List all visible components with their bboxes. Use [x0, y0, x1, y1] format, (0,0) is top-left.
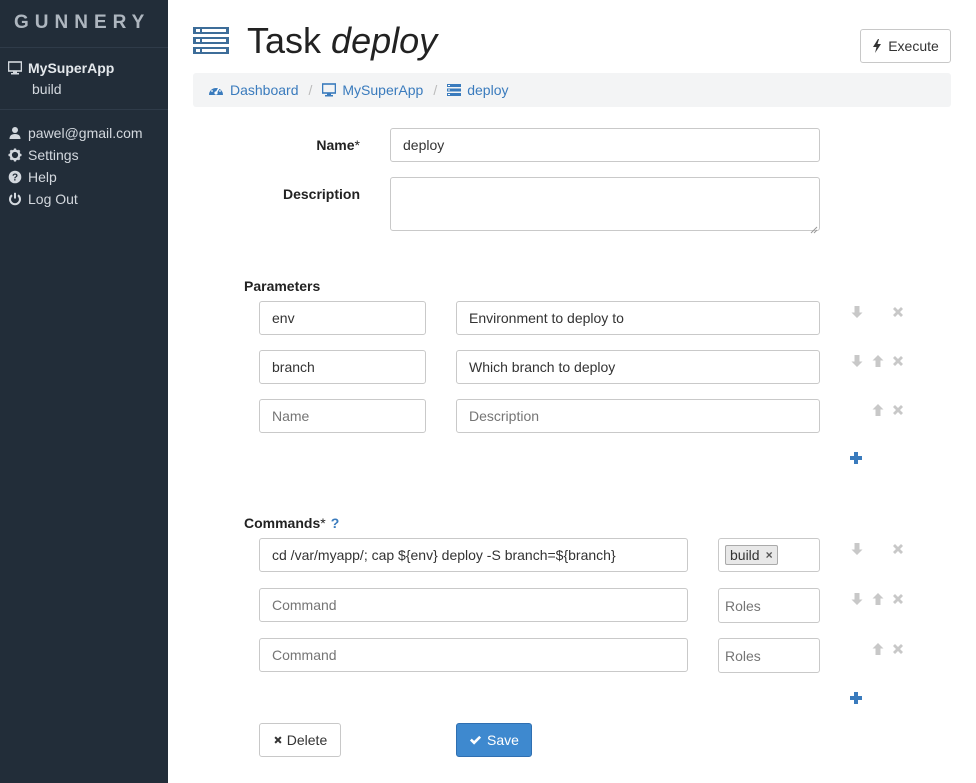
- svg-text:?: ?: [12, 173, 18, 184]
- parameter-description-input[interactable]: Which branch to deploy: [456, 350, 820, 384]
- monitor-icon: [8, 61, 22, 75]
- sidebar: GUNNERY MySuperApp build pawel@gmail.com…: [0, 0, 168, 783]
- breadcrumb-label: MySuperApp: [342, 82, 424, 98]
- task-list-icon: [193, 27, 229, 55]
- breadcrumb-label: Dashboard: [230, 82, 299, 98]
- parameter-name-input[interactable]: [259, 399, 426, 433]
- breadcrumb-separator: /: [308, 82, 313, 98]
- parameter-description-input[interactable]: [456, 399, 820, 433]
- breadcrumb-dashboard[interactable]: Dashboard: [208, 82, 299, 98]
- sidebar-item-logout[interactable]: Log Out: [8, 188, 160, 210]
- breadcrumb-task[interactable]: deploy: [447, 82, 508, 98]
- role-tag-remove-icon[interactable]: ×: [766, 548, 773, 562]
- role-tag: build ×: [725, 545, 778, 565]
- task-description-textarea[interactable]: [390, 177, 820, 231]
- sidebar-app-name: MySuperApp: [28, 60, 115, 76]
- roles-input[interactable]: build ×: [718, 538, 820, 572]
- execute-button-label: Execute: [888, 38, 939, 54]
- save-button[interactable]: Save: [456, 723, 532, 757]
- bolt-icon: [872, 39, 882, 53]
- page-title: Task deploy: [247, 20, 437, 62]
- parameter-name-input[interactable]: env: [259, 301, 426, 335]
- sidebar-item-label: Log Out: [28, 191, 78, 207]
- roles-input[interactable]: [718, 588, 820, 623]
- remove-icon[interactable]: [891, 403, 905, 417]
- remove-icon[interactable]: [891, 542, 905, 556]
- commands-title: Commands*?: [244, 515, 339, 531]
- commands-help-icon[interactable]: ?: [331, 515, 340, 531]
- roles-input[interactable]: [718, 638, 820, 673]
- task-list-icon: [447, 83, 462, 97]
- save-button-label: Save: [487, 732, 519, 748]
- move-down-icon[interactable]: [850, 542, 864, 556]
- commands-title-text: Commands: [244, 515, 321, 531]
- gear-icon: [8, 148, 22, 162]
- move-down-icon[interactable]: [850, 592, 864, 606]
- command-input[interactable]: [259, 638, 688, 672]
- breadcrumb: Dashboard / MySuperApp / deploy: [193, 73, 951, 107]
- sidebar-item-settings[interactable]: Settings: [8, 144, 160, 166]
- delete-button[interactable]: Delete: [259, 723, 341, 757]
- required-mark: *: [354, 137, 360, 153]
- parameters-title: Parameters: [244, 278, 321, 294]
- sidebar-app-link[interactable]: MySuperApp: [8, 60, 160, 76]
- move-up-icon[interactable]: [871, 403, 885, 417]
- breadcrumb-label: deploy: [467, 82, 509, 98]
- move-down-icon[interactable]: [850, 305, 864, 319]
- command-input[interactable]: [259, 588, 688, 622]
- power-icon: [8, 192, 22, 206]
- remove-icon[interactable]: [891, 642, 905, 656]
- move-up-icon[interactable]: [871, 592, 885, 606]
- description-label: Description: [282, 186, 360, 202]
- move-down-icon[interactable]: [850, 354, 864, 368]
- monitor-icon: [322, 83, 337, 97]
- name-label: Name*: [270, 137, 360, 153]
- dashboard-icon: [208, 83, 224, 97]
- question-circle-icon: ?: [8, 170, 22, 184]
- parameter-description-input[interactable]: Environment to deploy to: [456, 301, 820, 335]
- page-title-prefix: Task: [247, 20, 322, 61]
- delete-button-label: Delete: [286, 732, 328, 748]
- parameter-name-input[interactable]: branch: [259, 350, 426, 384]
- brand-logo[interactable]: GUNNERY: [0, 0, 168, 48]
- remove-icon[interactable]: [891, 305, 905, 319]
- execute-button[interactable]: Execute: [860, 29, 951, 63]
- page-title-task-name: deploy: [331, 20, 438, 61]
- add-command-plus-icon[interactable]: [849, 691, 863, 705]
- check-icon: [469, 734, 482, 746]
- textarea-resize-handle[interactable]: [810, 221, 818, 234]
- sidebar-item-label: pawel@gmail.com: [28, 125, 143, 141]
- breadcrumb-separator: /: [433, 82, 438, 98]
- sidebar-item-label: Settings: [28, 147, 79, 163]
- add-parameter-plus-icon[interactable]: [849, 451, 863, 465]
- move-up-icon[interactable]: [871, 642, 885, 656]
- sidebar-item-help[interactable]: ? Help: [8, 166, 160, 188]
- sidebar-app-section: MySuperApp build: [0, 48, 168, 110]
- command-input[interactable]: cd /var/myapp/; cap ${env} deploy -S bra…: [259, 538, 688, 572]
- name-label-text: Name: [316, 137, 355, 153]
- move-up-icon[interactable]: [871, 354, 885, 368]
- breadcrumb-app[interactable]: MySuperApp: [322, 82, 423, 98]
- sidebar-item-label: Help: [28, 169, 57, 185]
- close-icon: [273, 735, 283, 745]
- sidebar-item-profile[interactable]: pawel@gmail.com: [8, 122, 160, 144]
- remove-icon[interactable]: [891, 354, 905, 368]
- user-icon: [8, 126, 22, 140]
- task-name-input[interactable]: deploy: [390, 128, 820, 162]
- role-tag-label: build: [730, 547, 760, 563]
- remove-icon[interactable]: [891, 592, 905, 606]
- sidebar-environment-link[interactable]: build: [8, 81, 160, 97]
- sidebar-user-menu: pawel@gmail.com Settings ? Help Log Out: [0, 110, 168, 222]
- required-mark: *: [320, 515, 326, 531]
